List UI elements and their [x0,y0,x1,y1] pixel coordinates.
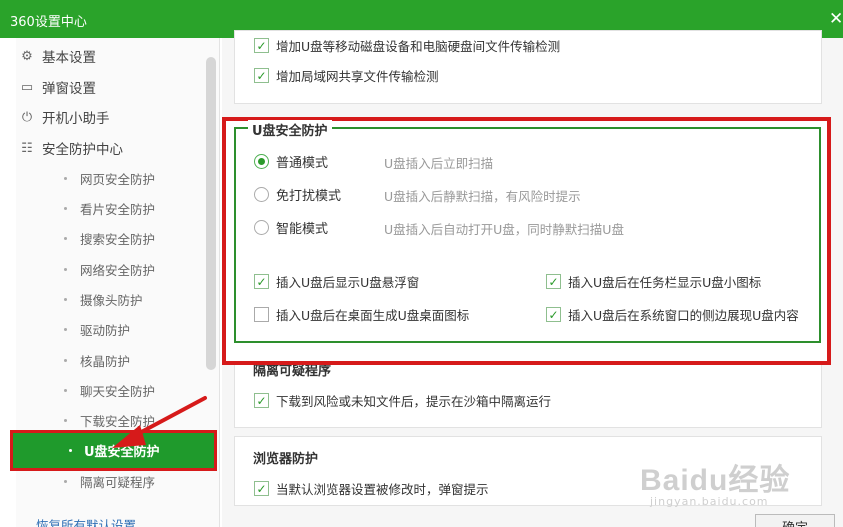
sidebar-item-label: 核晶防护 [80,353,131,369]
radio-description: U盘插入后静默扫描，有风险时提示 [384,188,581,204]
sidebar-item-label: 隔离可疑程序 [80,474,156,490]
radio-smart-mode[interactable]: 智能模式 [254,218,329,237]
checkbox-usb-transfer-scan[interactable]: ✓ 增加U盘等移动磁盘设备和电脑硬盘间文件传输检测 [254,36,560,55]
bullet-icon [64,479,67,483]
checkbox-icon[interactable]: ✓ [254,38,269,53]
sidebar-item-label: 摄像头防护 [80,292,143,308]
checkbox-label: 插入U盘后在桌面生成U盘桌面图标 [276,308,470,323]
sidebar-item-label: 基本设置 [42,50,96,66]
checkbox-icon[interactable]: ✓ [254,68,269,83]
checkbox-icon[interactable]: ✓ [546,274,561,289]
sidebar-item-network-protection[interactable]: 网络安全防护 [64,258,155,280]
bullet-icon [69,449,72,452]
bullet-icon [64,297,67,301]
checkbox-icon[interactable]: ✓ [254,274,269,289]
sidebar-item-download-protection[interactable]: 下载安全防护 [64,409,155,431]
sidebar-item-web-protection[interactable]: 网页安全防护 [64,167,155,189]
ok-button[interactable]: 确定 [755,514,835,527]
sidebar-item-usb-protection[interactable]: U盘安全防护 [10,430,217,471]
bullet-icon [64,388,67,392]
bullet-icon [64,358,67,362]
bullet-icon [64,327,67,331]
gear-icon: ⚙ [21,48,33,64]
checkbox-label: 插入U盘后在任务栏显示U盘小图标 [568,275,762,290]
sidebar-item-kernel-protection[interactable]: 核晶防护 [64,349,130,371]
bullet-icon [64,236,67,240]
sidebar-item-label: 聊天安全防护 [80,383,156,399]
checkbox-sandbox-prompt[interactable]: ✓ 下载到风险或未知文件后，提示在沙箱中隔离运行 [254,391,551,410]
sidebar-item-driver-protection[interactable]: 驱动防护 [64,318,130,340]
radio-icon[interactable] [254,186,269,202]
browser-protection-title: 浏览器防护 [250,448,322,467]
radio-label: 免打扰模式 [276,188,342,204]
window-icon: ▭ [20,79,34,95]
sidebar-item-label: 下载安全防护 [80,413,156,429]
checkbox-icon[interactable]: ✓ [254,307,269,322]
sidebar-item-label: U盘安全防护 [84,445,160,460]
sidebar-item-label: 驱动防护 [80,322,131,338]
checkbox-icon[interactable]: ✓ [254,393,269,408]
checkbox-icon[interactable]: ✓ [254,481,269,496]
radio-description: U盘插入后自动打开U盘，同时静默扫描U盘 [384,221,624,237]
sidebar-item-search-protection[interactable]: 搜索安全防护 [64,227,155,249]
radio-normal-mode[interactable]: 普通模式 [254,152,329,171]
checkbox-browser-change-alert[interactable]: ✓ 当默认浏览器设置被修改时，弹窗提示 [254,479,489,498]
checkbox-lan-transfer-scan[interactable]: ✓ 增加局域网共享文件传输检测 [254,66,439,85]
radio-silent-mode[interactable]: 免打扰模式 [254,185,342,204]
checkbox-desktop-usb-icon[interactable]: ✓ 插入U盘后在桌面生成U盘桌面图标 [254,305,469,324]
sidebar-item-label: 网络安全防护 [80,262,156,278]
sidebar-item-video-protection[interactable]: 看片安全防护 [64,197,155,219]
sidebar-item-label: 安全防护中心 [42,142,123,158]
radio-icon[interactable] [254,219,269,235]
checkbox-label: 增加U盘等移动磁盘设备和电脑硬盘间文件传输检测 [276,39,561,54]
close-icon[interactable]: ✕ [829,9,843,29]
window-title: 360设置中心 [10,15,87,30]
watermark-brand: Baidu经验 [640,464,791,497]
bullet-icon [64,267,67,271]
radio-label: 智能模式 [276,221,329,237]
checkbox-label: 下载到风险或未知文件后，提示在沙箱中隔离运行 [276,394,552,409]
usb-protection-title: U盘安全防护 [248,120,332,139]
sidebar-item-basic-settings[interactable]: ⚙ 基本设置 [20,44,96,68]
bullet-icon [64,206,67,210]
sidebar-item-label: 弹窗设置 [42,81,96,97]
sidebar-item-camera-protection[interactable]: 摄像头防护 [64,288,143,310]
checkbox-label: 插入U盘后显示U盘悬浮窗 [276,275,420,290]
sidebar-item-label: 开机小助手 [42,111,110,127]
sidebar-item-chat-protection[interactable]: 聊天安全防护 [64,379,155,401]
radio-selected-icon[interactable] [254,153,269,169]
restore-defaults-link[interactable]: 恢复所有默认设置 [36,515,136,527]
sidebar-item-security-center[interactable]: ☷ 安全防护中心 [20,136,123,160]
shield-settings-icon: ☷ [21,140,33,156]
baidu-watermark: Baidu经验 jingyan.baidu.com [640,455,790,508]
checkbox-taskbar-usb-icon[interactable]: ✓ 插入U盘后在任务栏显示U盘小图标 [546,272,761,291]
sidebar-item-popup-settings[interactable]: ▭ 弹窗设置 [20,75,96,99]
sidebar-item-label: 看片安全防护 [80,201,156,217]
sidebar-item-quarantine[interactable]: 隔离可疑程序 [64,470,155,492]
checkbox-icon[interactable]: ✓ [546,307,561,322]
checkbox-show-usb-float[interactable]: ✓ 插入U盘后显示U盘悬浮窗 [254,272,419,291]
radio-description: U盘插入后立即扫描 [384,155,494,171]
sidebar-item-boot-helper[interactable]: ⏻ 开机小助手 [20,105,110,129]
checkbox-label: 增加局域网共享文件传输检测 [276,69,439,84]
sidebar-item-label: 搜索安全防护 [80,231,156,247]
sidebar-scrollbar[interactable] [206,57,216,370]
bullet-icon [64,176,67,180]
power-icon: ⏻ [21,109,33,125]
checkbox-label: 当默认浏览器设置被修改时，弹窗提示 [276,482,489,497]
checkbox-sidebar-usb-content[interactable]: ✓ 插入U盘后在系统窗口的侧边展现U盘内容 [546,305,799,324]
bullet-icon [64,418,67,422]
radio-label: 普通模式 [276,155,329,171]
checkbox-label: 插入U盘后在系统窗口的侧边展现U盘内容 [568,308,799,323]
sidebar-item-label: 网页安全防护 [80,171,156,187]
